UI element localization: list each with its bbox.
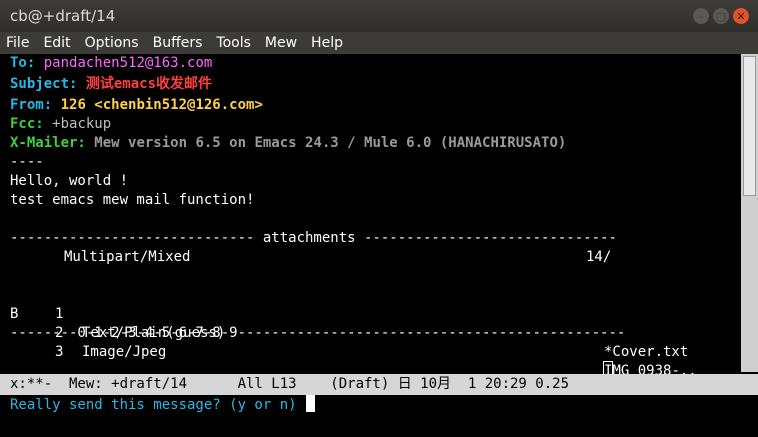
vertical-scrollbar[interactable] bbox=[741, 54, 758, 372]
menu-file[interactable]: File bbox=[0, 35, 36, 51]
body-line-1: Hello, world ! bbox=[10, 173, 129, 189]
maximize-icon[interactable]: □ bbox=[713, 8, 729, 24]
header-xmailer: X-Mailer: Mew version 6.5 on Emacs 24.3 … bbox=[10, 135, 567, 151]
header-to: To: pandachen512@163.com bbox=[10, 55, 213, 71]
menu-bar: File Edit Options Buffers Tools Mew Help bbox=[0, 32, 758, 54]
mode-line-text: x:**- Mew: +draft/14 All L13 (Draft) 日 1… bbox=[10, 376, 570, 392]
menu-mew[interactable]: Mew bbox=[258, 35, 304, 51]
window-title: cb@+draft/14 bbox=[10, 7, 116, 25]
menu-edit[interactable]: Edit bbox=[36, 35, 77, 51]
window-titlebar: cb@+draft/14 – □ ✕ bbox=[0, 0, 758, 32]
close-icon[interactable]: ✕ bbox=[733, 8, 749, 24]
menu-options[interactable]: Options bbox=[78, 35, 146, 51]
menu-help[interactable]: Help bbox=[304, 35, 350, 51]
minibuffer[interactable]: Really send this message? (y or n) bbox=[0, 395, 758, 416]
minimize-icon[interactable]: – bbox=[693, 8, 709, 24]
attachments-banner: ----------------------------- attachment… bbox=[10, 230, 617, 246]
scrollbar-thumb[interactable] bbox=[743, 56, 756, 196]
menu-tools[interactable]: Tools bbox=[209, 35, 258, 51]
attachments-footer: --------0-1-2-3-4-5-6-7-8-9-------------… bbox=[10, 325, 626, 341]
header-separator: ---- bbox=[10, 154, 44, 170]
mode-line: x:**- Mew: +draft/14 All L13 (Draft) 日 1… bbox=[0, 374, 758, 395]
editor-buffer[interactable]: To: pandachen512@163.com Subject: 测试emac… bbox=[0, 54, 741, 398]
body-line-2: test emacs mew mail function! bbox=[10, 192, 255, 208]
header-from: From: 126 <chenbin512@126.com> bbox=[10, 97, 263, 113]
header-fcc: Fcc: +backup bbox=[10, 116, 112, 132]
minibuffer-prompt: Really send this message? (y or n) bbox=[10, 397, 297, 413]
attachment-row[interactable]: 1 Text/Plain(guess) *Cover.txt bbox=[10, 267, 730, 360]
minibuffer-cursor bbox=[306, 395, 316, 412]
attachment-row[interactable]: 3 . bbox=[10, 305, 730, 398]
menu-buffers[interactable]: Buffers bbox=[146, 35, 210, 51]
header-subject: Subject: 测试emacs收发邮件 bbox=[10, 76, 213, 92]
attachment-row[interactable]: B 2 Image/Jpeg IMG_0938-.. bbox=[10, 286, 730, 382]
